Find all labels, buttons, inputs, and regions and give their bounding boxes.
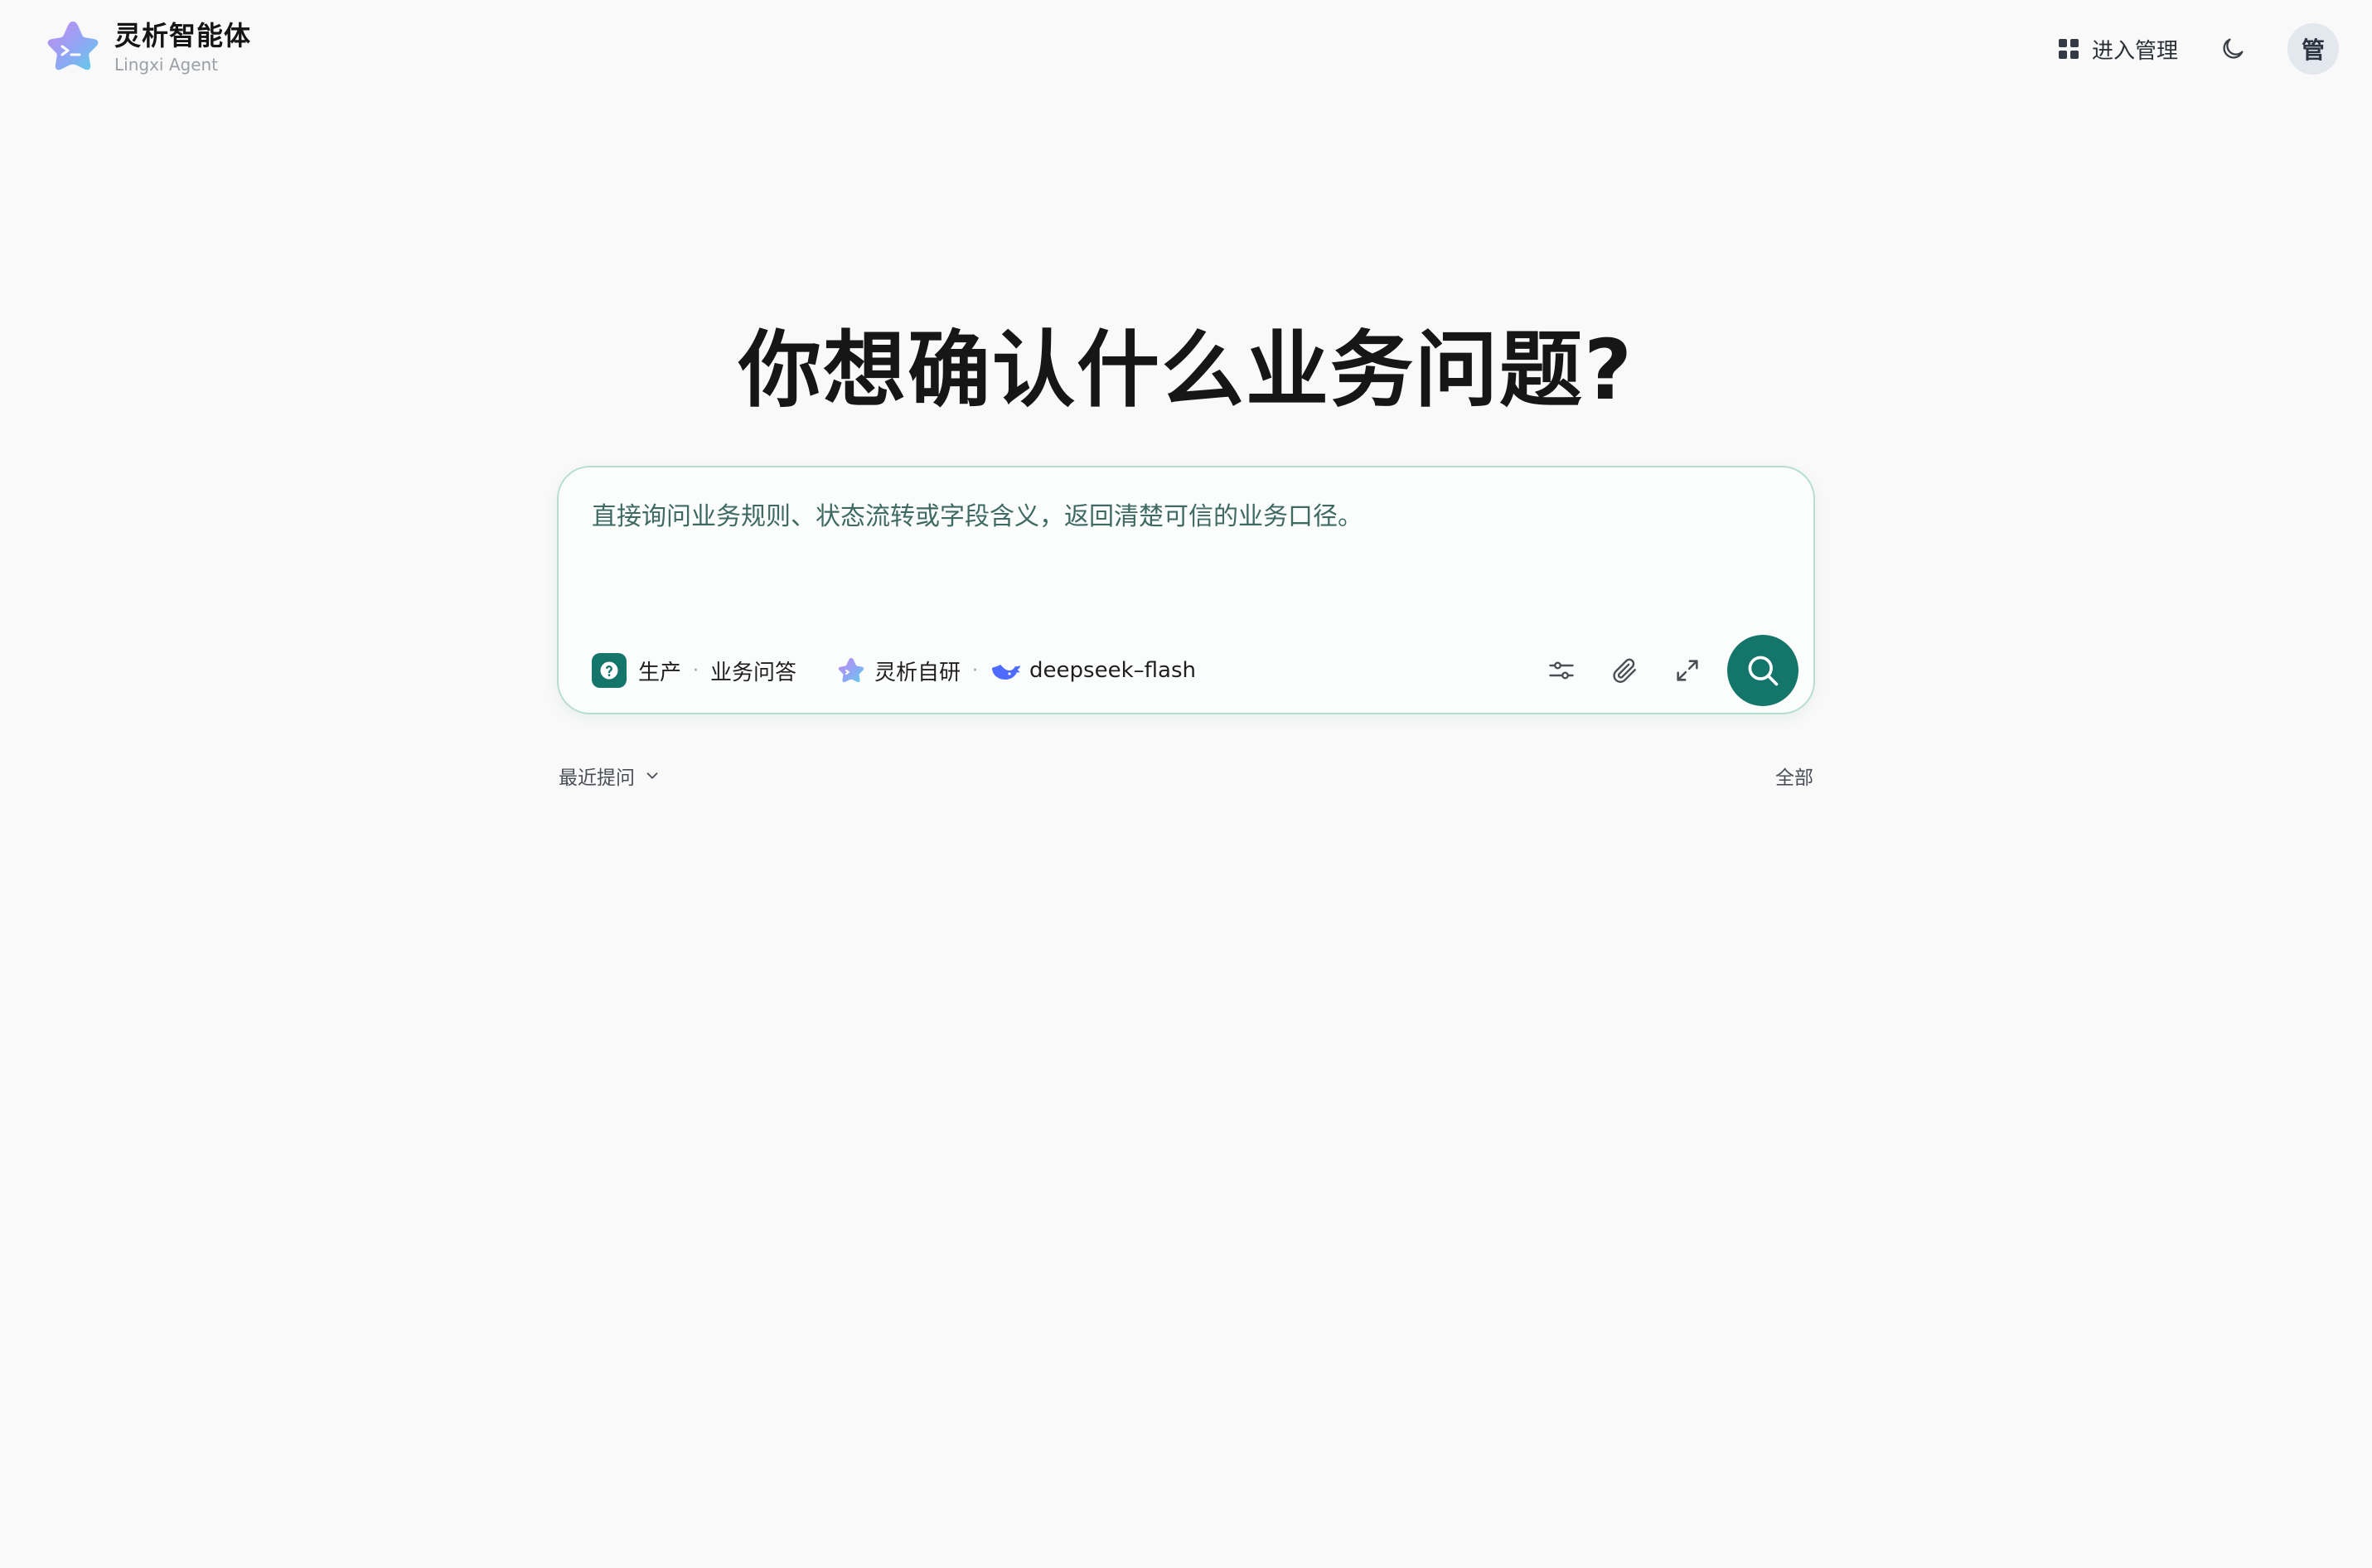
brand-title: 灵析智能体	[114, 20, 252, 51]
moon-icon	[2223, 38, 2244, 59]
attach-button[interactable]	[1600, 646, 1649, 695]
separator-dot: ·	[972, 660, 979, 681]
settings-sliders-button[interactable]	[1537, 646, 1586, 695]
expand-button[interactable]	[1663, 646, 1712, 695]
grid-icon	[2058, 39, 2079, 59]
top-bar: 灵析智能体 Lingxi Agent 进入管理 管	[0, 0, 2372, 99]
header-actions: 进入管理 管	[2058, 22, 2339, 76]
expand-icon	[1677, 660, 1698, 681]
enter-admin-button[interactable]: 进入管理	[2058, 34, 2178, 65]
lingxi-star-logo-icon	[47, 22, 99, 70]
help-badge-icon	[592, 653, 627, 688]
theme-toggle-button[interactable]	[2215, 31, 2251, 67]
recent-questions-toggle[interactable]: 最近提问	[559, 762, 661, 790]
scene-selector[interactable]: 生产 · 业务问答	[592, 650, 796, 691]
recent-questions-label: 最近提问	[559, 767, 635, 789]
composer-toolbar: 生产 · 业务问答 灵析自研 · deepseek–flash	[592, 633, 1798, 708]
lingxi-star-icon	[838, 658, 864, 683]
model-provider-label: 灵析自研	[874, 660, 961, 685]
question-input[interactable]	[590, 497, 1784, 597]
search-submit-button[interactable]	[1727, 635, 1798, 706]
recent-questions-bar: 最近提问 全部	[559, 759, 1813, 792]
brand-text: 灵析智能体 Lingxi Agent	[114, 17, 251, 75]
sliders-icon	[1549, 661, 1574, 680]
brand[interactable]: 灵析智能体 Lingxi Agent	[43, 17, 251, 76]
environment-label: 生产	[638, 660, 682, 685]
deepseek-whale-icon	[992, 665, 1020, 680]
paperclip-icon	[1613, 658, 1636, 683]
user-avatar[interactable]: 管	[2287, 23, 2339, 75]
scene-label: 业务问答	[710, 660, 797, 685]
model-name-label: deepseek–flash	[1029, 658, 1196, 683]
model-selector[interactable]: 灵析自研 · deepseek–flash	[836, 650, 1196, 691]
search-icon	[1748, 656, 1779, 686]
brand-subtitle: Lingxi Agent	[114, 55, 219, 75]
separator-dot: ·	[693, 660, 699, 681]
chevron-down-icon	[646, 772, 658, 779]
view-all-link[interactable]: 全部	[1775, 762, 1813, 790]
question-composer: 生产 · 业务问答 灵析自研 · deepseek–flash	[557, 466, 1815, 714]
page-title: 你想确认什么业务问题?	[738, 322, 1634, 419]
enter-admin-label: 进入管理	[2091, 38, 2178, 64]
